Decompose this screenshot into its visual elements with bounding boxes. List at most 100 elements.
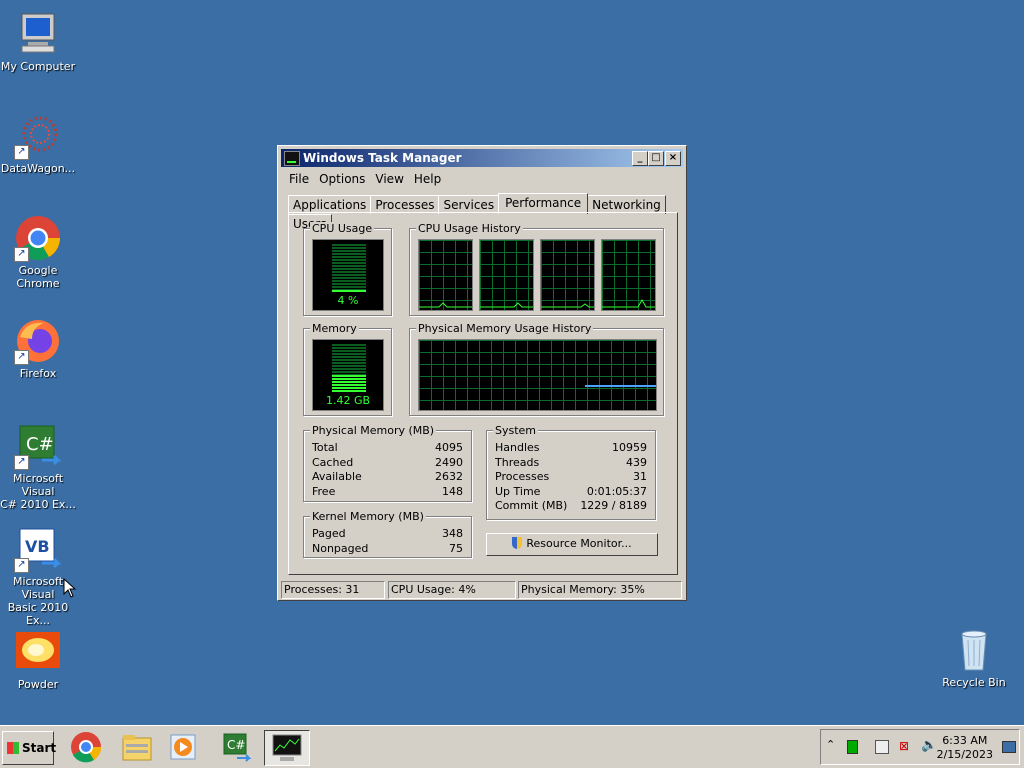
memory-value: 1.42 GB	[325, 394, 371, 407]
visual-basic-icon: VB ↗	[14, 525, 62, 573]
visual-csharp-icon: C# ↗	[14, 422, 62, 470]
menu-help[interactable]: Help	[409, 170, 446, 188]
stat-row-cached: Cached 2490	[312, 456, 463, 469]
stat-row-free: Free 148	[312, 485, 463, 498]
datawagon-icon: ↗	[14, 112, 62, 160]
shortcut-arrow-icon: ↗	[14, 558, 29, 573]
chrome-icon: ↗	[14, 214, 62, 262]
desktop-icon-visual-csharp[interactable]: C# ↗ Microsoft Visual C# 2010 Ex...	[0, 422, 78, 511]
performance-panel: CPU Usage 4 % CPU Usage History Memory 1…	[288, 212, 678, 575]
stat-row-commit: Commit (MB) 1229 / 8189	[495, 499, 647, 512]
physical-memory-label: Physical Memory (MB)	[310, 424, 437, 437]
desktop-icon-datawagon[interactable]: ↗ DataWagon...	[0, 112, 78, 175]
action-center-icon[interactable]: ⊠	[899, 739, 909, 753]
shortcut-arrow-icon: ↗	[14, 145, 29, 160]
svg-text:C#: C#	[227, 738, 245, 752]
stat-row-processes: Processes 31	[495, 470, 647, 483]
taskbar-app-chrome[interactable]	[66, 730, 106, 764]
shield-icon	[512, 537, 523, 549]
menu-options[interactable]: Options	[314, 170, 370, 188]
kernel-memory-group: Kernel Memory (MB) Paged 348 Nonpaged 75	[303, 510, 472, 558]
resource-monitor-button[interactable]: Resource Monitor...	[486, 533, 658, 556]
visual-csharp-icon: C#	[223, 733, 252, 762]
cpu-usage-value: 4 %	[337, 294, 359, 307]
start-label: Start	[22, 741, 57, 755]
status-physical-memory: Physical Memory: 35%	[518, 581, 682, 599]
cpu-usage-meter: 4 %	[312, 239, 384, 311]
recycle-bin-icon	[950, 626, 998, 674]
cpu-history-graph-4	[601, 239, 656, 311]
memory-label: Memory	[310, 322, 359, 335]
title-bar[interactable]: Windows Task Manager _ □ ×	[281, 149, 683, 167]
stat-row-available: Available 2632	[312, 470, 463, 483]
desktop-icon-recycle-bin[interactable]: Recycle Bin	[934, 626, 1014, 689]
cpu-history-label: CPU Usage History	[416, 222, 523, 235]
desktop-icon-label: Recycle Bin	[942, 676, 1006, 689]
kernel-memory-label: Kernel Memory (MB)	[310, 510, 426, 523]
desktop-icon-label: Firefox	[19, 367, 57, 380]
memory-meter-fill	[332, 375, 366, 392]
show-desktop-icon[interactable]	[1002, 741, 1016, 753]
window-title: Windows Task Manager	[303, 151, 462, 165]
desktop-icon-my-computer[interactable]: My Computer	[0, 10, 78, 73]
start-button[interactable]: Start	[2, 731, 57, 765]
memory-history-graph	[418, 339, 657, 411]
task-manager-window[interactable]: Windows Task Manager _ □ × File Options Vi…	[277, 145, 687, 601]
stat-row-uptime: Up Time 0:01:05:37	[495, 485, 647, 498]
maximize-button[interactable]: □	[648, 151, 664, 166]
minimize-button[interactable]: _	[632, 151, 648, 166]
taskbar-app-explorer[interactable]	[117, 730, 157, 764]
chrome-icon	[71, 732, 102, 763]
powder-icon	[14, 628, 62, 676]
mouse-cursor-icon	[63, 578, 77, 598]
system-tray: ⌃ ⊠ 🔈 6:33 AM 2/15/2023	[820, 729, 1020, 765]
taskbar: Start C# ⌃ ⊠ 🔈 6:33 AM 2/15/2023	[0, 725, 1024, 768]
cpu-history-graph-1	[418, 239, 473, 311]
status-processes: Processes: 31	[281, 581, 385, 599]
tab-performance[interactable]: Performance	[498, 193, 589, 214]
shortcut-arrow-icon: ↗	[14, 247, 29, 262]
volume-icon[interactable]: 🔈	[921, 738, 937, 753]
cpu-usage-group: CPU Usage 4 %	[303, 222, 392, 316]
network-icon[interactable]	[875, 740, 889, 754]
physical-memory-group: Physical Memory (MB) Total 4095 Cached 249…	[303, 424, 472, 502]
cpu-meter-track	[332, 244, 366, 292]
menu-file[interactable]: File	[284, 170, 314, 188]
status-cpu-usage: CPU Usage: 4%	[388, 581, 516, 599]
system-label: System	[493, 424, 539, 437]
windows-logo-icon	[7, 742, 19, 754]
stat-row-total: Total 4095	[312, 441, 463, 454]
desktop-icon-label: Powder	[17, 678, 59, 691]
desktop-icon-label: Google Chrome	[16, 264, 60, 290]
clock[interactable]: 6:33 AM 2/15/2023	[937, 734, 993, 762]
system-group: System Handles 10959 Threads 439 Processes…	[486, 424, 656, 520]
svg-text:VB: VB	[25, 537, 50, 556]
stat-row-handles: Handles 10959	[495, 441, 647, 454]
show-hidden-icons-icon[interactable]: ⌃	[826, 738, 835, 751]
cpu-history-group: CPU Usage History	[409, 222, 664, 316]
task-manager-icon	[272, 734, 302, 761]
cpu-history-graph-3	[540, 239, 595, 311]
resource-monitor-label: Resource Monitor...	[526, 537, 632, 550]
stat-row-paged: Paged 348	[312, 527, 463, 540]
menu-view[interactable]: View	[370, 170, 408, 188]
desktop-icon-label: My Computer	[0, 60, 76, 73]
clock-time: 6:33 AM	[942, 734, 988, 747]
task-manager-tray-icon[interactable]	[847, 740, 858, 754]
desktop-icon-firefox[interactable]: ↗ Firefox	[0, 317, 78, 380]
desktop-icon-label: DataWagon...	[0, 162, 76, 175]
desktop-icon-google-chrome[interactable]: ↗ Google Chrome	[0, 214, 78, 290]
shortcut-arrow-icon: ↗	[14, 455, 29, 470]
tab-strip: Applications Processes Services Performance…	[288, 193, 686, 233]
stat-row-threads: Threads 439	[495, 456, 647, 469]
close-button[interactable]: ×	[665, 151, 681, 166]
taskbar-app-task-manager[interactable]	[264, 730, 310, 766]
desktop-icon-powder[interactable]: Powder	[0, 628, 78, 691]
taskbar-app-visual-csharp[interactable]: C#	[216, 730, 256, 764]
cpu-usage-label: CPU Usage	[310, 222, 375, 235]
taskbar-app-media-player[interactable]	[164, 730, 204, 764]
media-player-icon	[170, 734, 196, 760]
desktop-icon-visual-basic[interactable]: VB ↗ Microsoft Visual Basic 2010 Ex...	[0, 525, 78, 627]
computer-icon	[14, 10, 62, 58]
memory-meter: 1.42 GB	[312, 339, 384, 411]
